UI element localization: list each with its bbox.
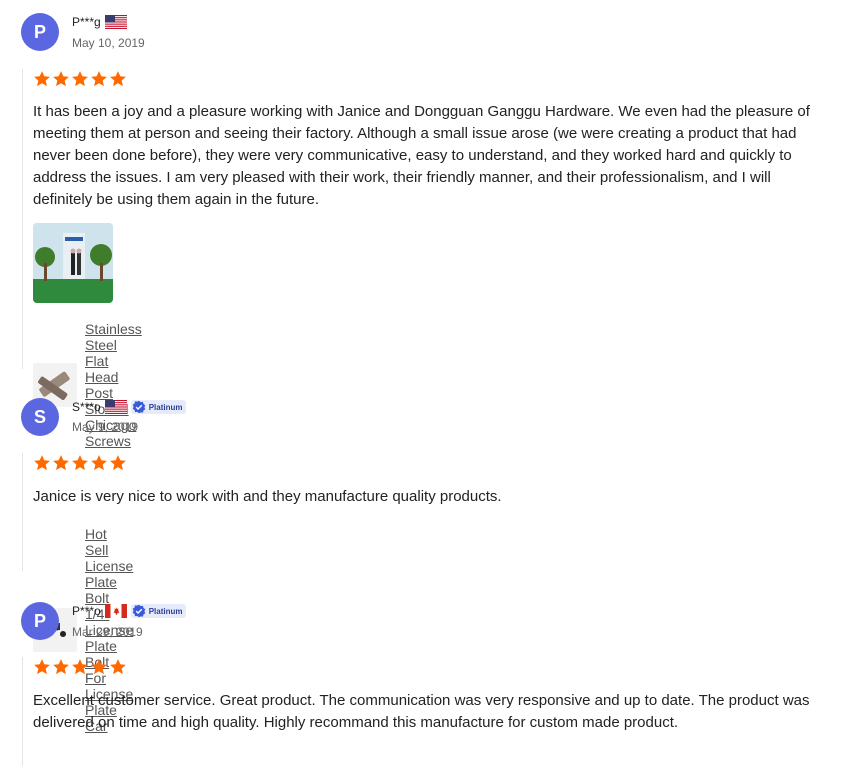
star-icon — [109, 70, 127, 88]
star-icon — [109, 454, 127, 472]
avatar: S — [21, 398, 59, 436]
review-body: Excellent customer service. Great produc… — [22, 657, 810, 766]
star-icon — [71, 454, 89, 472]
star-icon — [109, 658, 127, 676]
star-rating — [33, 658, 127, 676]
star-icon — [90, 454, 108, 472]
star-icon — [52, 454, 70, 472]
reviewer-name-line: S***o Platinum — [72, 400, 187, 414]
star-icon — [33, 70, 51, 88]
star-icon — [90, 658, 108, 676]
canada-flag-icon — [105, 604, 127, 618]
star-rating — [33, 70, 127, 88]
us-flag-icon — [105, 400, 127, 414]
star-icon — [52, 70, 70, 88]
review-text: Excellent customer service. Great produc… — [33, 692, 810, 731]
factory-photo-image — [33, 223, 113, 303]
avatar: P — [21, 13, 59, 51]
reviewer-name: P***o — [72, 604, 101, 618]
platinum-badge: Platinum — [130, 604, 187, 618]
star-icon — [33, 658, 51, 676]
star-icon — [52, 658, 70, 676]
review-date: May 9, 2019 — [72, 420, 139, 434]
review-date: Mar 29, 2019 — [72, 625, 143, 639]
star-icon — [33, 454, 51, 472]
star-icon — [71, 70, 89, 88]
star-icon — [71, 658, 89, 676]
badge-label: Platinum — [148, 606, 183, 616]
avatar: P — [21, 602, 59, 640]
reviewer-name-line: P***o Platinum — [72, 604, 187, 618]
star-icon — [90, 70, 108, 88]
star-rating — [33, 454, 127, 472]
reviewer-name: P***g — [72, 15, 101, 29]
review-body: It has been a joy and a pleasure working… — [22, 69, 810, 449]
verified-icon — [132, 400, 146, 414]
review-body: Janice is very nice to work with and the… — [22, 453, 502, 734]
review-photo[interactable] — [33, 223, 113, 303]
us-flag-icon — [105, 15, 127, 29]
reviewer-name: S***o — [72, 400, 101, 414]
reviewer-name-line: P***g — [72, 15, 127, 29]
review-date: May 10, 2019 — [72, 36, 145, 50]
review-text: It has been a joy and a pleasure working… — [33, 103, 810, 208]
platinum-badge: Platinum — [130, 400, 187, 414]
verified-icon — [132, 604, 146, 618]
badge-label: Platinum — [148, 402, 183, 412]
review-text: Janice is very nice to work with and the… — [33, 488, 502, 505]
